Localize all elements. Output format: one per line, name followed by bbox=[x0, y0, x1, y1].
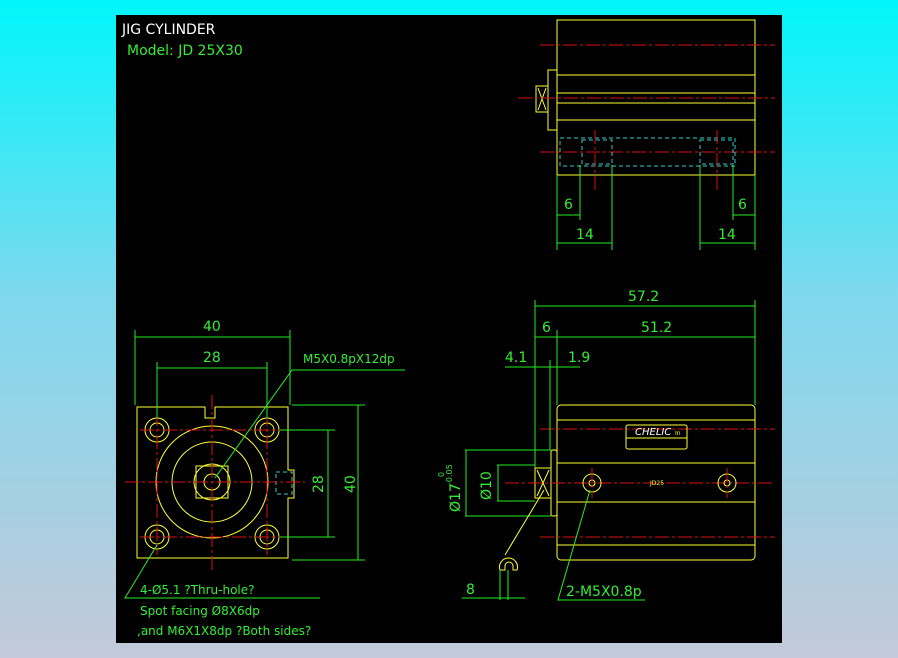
tap-callout: M5X0.8pX12dp bbox=[303, 352, 395, 366]
dim-boss-tol-lower: -0.05 bbox=[445, 464, 454, 485]
cad-drawing: JIG CYLINDER Model: JD 25X30 6 6 14 14 4… bbox=[116, 15, 782, 643]
dim-1-9: 1.9 bbox=[568, 350, 590, 366]
dim-top-left-6: 6 bbox=[564, 197, 573, 213]
body-mark: JD25 bbox=[649, 480, 664, 487]
brand-label: CHELIC bbox=[635, 427, 671, 438]
dim-top-right-6: 6 bbox=[738, 197, 747, 213]
model-label: Model: JD 25X30 bbox=[127, 43, 243, 59]
port-callout: 2-M5X0.8p bbox=[566, 584, 642, 600]
note-tap: ,and M6X1X8dp ?Both sides? bbox=[137, 624, 311, 638]
dim-overall-57-2: 57.2 bbox=[628, 289, 659, 305]
dim-height-28: 28 bbox=[311, 475, 327, 493]
dim-boss-dia: Ø17 bbox=[448, 483, 464, 512]
note-spot-facing: Spot facing Ø8X6dp bbox=[140, 604, 260, 618]
dim-rod-6: 6 bbox=[542, 320, 551, 336]
drawing-title: JIG CYLINDER bbox=[121, 22, 216, 38]
dim-wrench-8: 8 bbox=[466, 582, 475, 598]
dim-top-left-14: 14 bbox=[576, 227, 594, 243]
dim-width-28: 28 bbox=[203, 350, 221, 366]
brand-suffix: In bbox=[675, 430, 681, 437]
dim-rod-dia: Ø10 bbox=[479, 471, 495, 500]
note-hole: 4-Ø5.1 ?Thru-hole? bbox=[140, 583, 255, 597]
dim-width-40: 40 bbox=[203, 319, 221, 335]
dim-top-right-14: 14 bbox=[718, 227, 736, 243]
dim-4-1: 4.1 bbox=[505, 350, 527, 366]
dim-height-40: 40 bbox=[343, 475, 359, 493]
dim-body-51-2: 51.2 bbox=[641, 320, 672, 336]
